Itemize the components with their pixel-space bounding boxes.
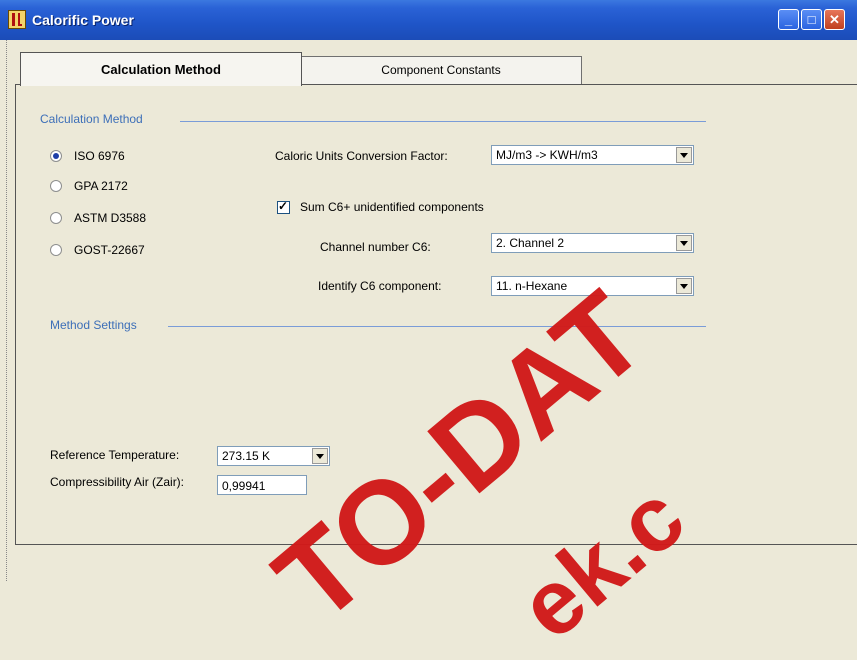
chevron-down-icon[interactable]: [676, 235, 692, 251]
radio-label-gpa-2172: GPA 2172: [74, 179, 128, 193]
caloric-units-label: Caloric Units Conversion Factor:: [275, 149, 448, 163]
identify-c6-value: 11. n-Hexane: [496, 279, 568, 293]
maximize-icon: □: [807, 12, 816, 27]
ref-temp-label: Reference Temperature:: [50, 448, 180, 462]
chevron-down-icon[interactable]: [676, 147, 692, 163]
ref-temp-value: 273.15 K: [222, 449, 271, 463]
window-border: [0, 40, 7, 581]
radio-gost-22667[interactable]: [50, 244, 62, 256]
checkmark-icon: ✓: [278, 199, 289, 213]
method-settings-header: Method Settings: [50, 318, 137, 332]
chevron-down-icon[interactable]: [312, 448, 328, 464]
group-divider: [180, 121, 706, 122]
caloric-units-select[interactable]: MJ/m3 -> KWH/m3: [491, 145, 694, 165]
window-title: Calorific Power: [32, 12, 134, 28]
caloric-units-value: MJ/m3 -> KWH/m3: [496, 148, 598, 162]
group-divider: [168, 326, 706, 327]
close-button[interactable]: ✕: [824, 9, 845, 30]
minimize-button[interactable]: _: [778, 9, 799, 30]
channel-value: 2. Channel 2: [496, 236, 565, 250]
compressibility-label: Compressibility Air (Zair):: [50, 475, 185, 489]
maximize-button[interactable]: □: [801, 9, 822, 30]
sum-c6-label: Sum C6+ unidentified components: [300, 200, 484, 214]
radio-label-gost-22667: GOST-22667: [74, 243, 145, 257]
compressibility-input[interactable]: 0,99941: [217, 475, 307, 495]
title-bar[interactable]: Calorific Power _ □ ✕: [0, 0, 857, 40]
radio-label-iso-6976: ISO 6976: [74, 149, 125, 163]
radio-gpa-2172[interactable]: [50, 180, 62, 192]
minimize-icon: _: [784, 12, 793, 27]
ref-temp-select[interactable]: 273.15 K: [217, 446, 330, 466]
compressibility-value: 0,99941: [222, 479, 266, 493]
radio-astm-d3588[interactable]: [50, 212, 62, 224]
chevron-down-icon[interactable]: [676, 278, 692, 294]
app-icon: [8, 10, 26, 29]
calculation-method-header: Calculation Method: [40, 112, 143, 126]
radio-label-astm-d3588: ASTM D3588: [74, 211, 147, 225]
identify-c6-label: Identify C6 component:: [318, 279, 442, 293]
tab-calculation-method[interactable]: Calculation Method: [20, 52, 302, 86]
tab-component-constants[interactable]: Component Constants: [300, 56, 582, 84]
identify-c6-select[interactable]: 11. n-Hexane: [491, 276, 694, 296]
close-icon: ✕: [829, 12, 840, 27]
sum-c6-checkbox[interactable]: ✓: [277, 199, 290, 214]
radio-iso-6976[interactable]: [50, 150, 62, 162]
channel-select[interactable]: 2. Channel 2: [491, 233, 694, 253]
channel-label: Channel number C6:: [320, 240, 431, 254]
